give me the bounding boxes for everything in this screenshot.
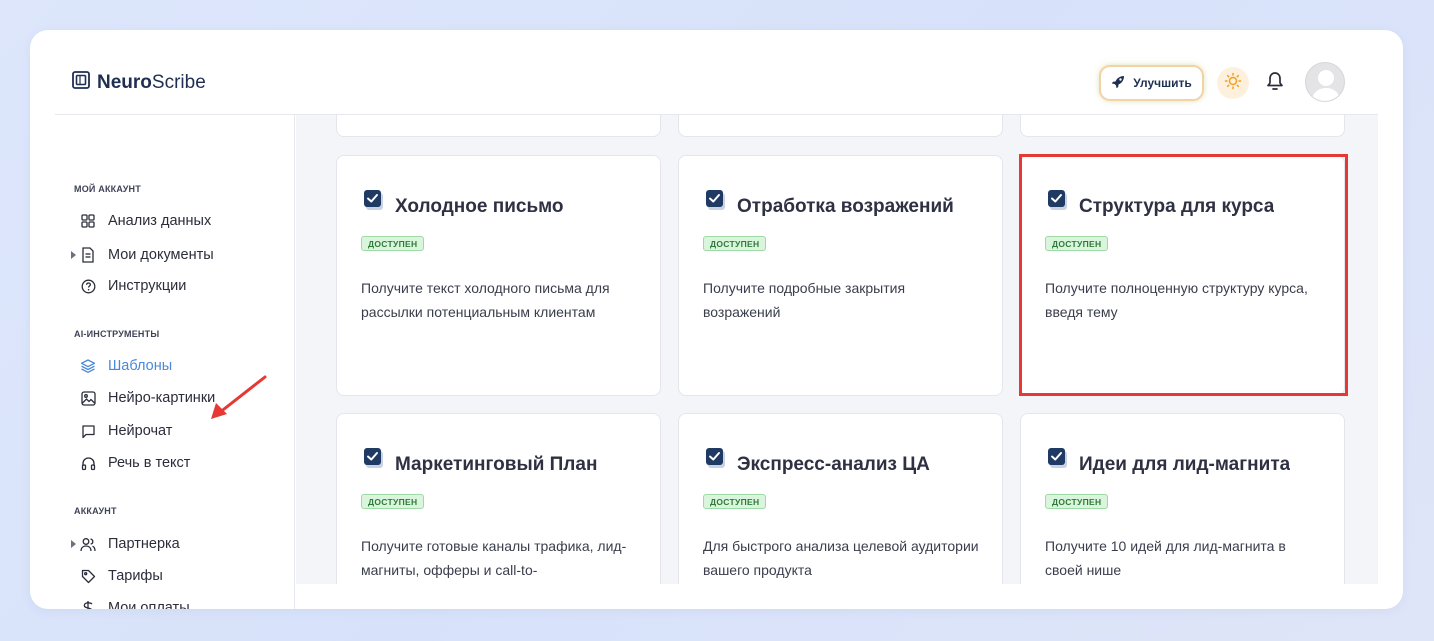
status-badge: ДОСТУПЕН (361, 236, 425, 251)
section-title-account: АККАУНТ (74, 506, 117, 516)
sun-icon (1224, 72, 1242, 95)
sidebar-item-label: Анализ данных (108, 213, 212, 229)
sidebar-item-label: Инструкции (108, 278, 187, 294)
template-card-marketing-plan[interactable]: Маркетинговый План ДОСТУПЕН Получите гот… (336, 413, 661, 584)
sidebar-item-speech-to-text[interactable]: Речь в текст (80, 452, 190, 474)
card-title: Холодное письмо (395, 196, 564, 217)
sidebar-item-label: Шаблоны (108, 358, 173, 374)
card-title: Маркетинговый План (395, 454, 598, 475)
card-description: Для быстрого анализа целевой аудитории в… (703, 538, 979, 578)
card-description: Получите полноценную структуру курса, вв… (1045, 280, 1308, 320)
card-description: Получите готовые каналы трафика, лид-маг… (361, 538, 627, 578)
logo-text-bold: Neuro (97, 72, 152, 93)
sidebar-item-data-analysis[interactable]: Анализ данных (80, 210, 211, 232)
users-icon (80, 536, 96, 552)
template-card-lead-magnet-ideas[interactable]: Идеи для лид-магнита ДОСТУПЕН Получите 1… (1020, 413, 1345, 584)
section-title-ai-tools: AI-ИНСТРУМЕНТЫ (74, 329, 160, 339)
annotation-arrow (211, 375, 267, 419)
expand-caret-icon[interactable] (71, 540, 76, 548)
template-card[interactable] (1020, 115, 1345, 137)
checkbox-doc-icon (363, 189, 385, 211)
logo-icon (71, 70, 91, 96)
card-title: Структура для курса (1079, 196, 1275, 217)
top-bar: NeuroScribe Улучшить (30, 30, 1403, 115)
status-badge: ДОСТУПЕН (1045, 494, 1109, 509)
sidebar-item-label: Тарифы (108, 568, 163, 584)
checkbox-doc-icon (1047, 447, 1069, 469)
template-card-objections[interactable]: Отработка возражений ДОСТУПЕН Получите п… (678, 155, 1003, 396)
sidebar-item-partners[interactable]: Партнерка (80, 533, 180, 555)
sidebar-item-label: Нейрочат (108, 423, 173, 439)
dollar-icon (80, 600, 96, 609)
logo-text-light: Scribe (151, 72, 206, 93)
sidebar-item-tariffs[interactable]: Тарифы (80, 565, 163, 587)
checkbox-doc-icon (705, 447, 727, 469)
sidebar-item-neuro-images[interactable]: Нейро-картинки (80, 387, 215, 409)
status-badge: ДОСТУПЕН (1045, 236, 1109, 251)
expand-caret-icon[interactable] (71, 251, 76, 259)
sidebar-item-label: Нейро-картинки (108, 390, 216, 406)
sidebar-item-my-documents[interactable]: Мои документы (80, 244, 214, 266)
checkbox-doc-icon (1047, 189, 1069, 211)
template-card[interactable] (336, 115, 661, 137)
sidebar-item-label: Речь в текст (108, 455, 191, 471)
logo[interactable]: NeuroScribe (71, 70, 206, 96)
theme-toggle-button[interactable] (1217, 67, 1249, 99)
template-card-cold-email[interactable]: Холодное письмо ДОСТУПЕН Получите текст … (336, 155, 661, 396)
card-title: Идеи для лид-магнита (1079, 454, 1291, 475)
user-avatar-icon (1311, 70, 1341, 101)
headphones-icon (80, 455, 96, 471)
image-icon (80, 390, 96, 406)
template-card[interactable] (678, 115, 1003, 137)
template-card-audience-analysis[interactable]: Экспресс-анализ ЦА ДОСТУПЕН Для быстрого… (678, 413, 1003, 584)
help-circle-icon (80, 278, 96, 294)
upgrade-button[interactable]: Улучшить (1101, 67, 1202, 99)
sidebar-item-label: Мои оплаты (108, 600, 190, 609)
upgrade-label: Улучшить (1133, 76, 1192, 90)
tag-icon (80, 568, 96, 584)
status-badge: ДОСТУПЕН (703, 236, 767, 251)
sidebar-item-my-payments[interactable]: Мои оплаты (80, 597, 190, 609)
status-badge: ДОСТУПЕН (703, 494, 767, 509)
app-window: NeuroScribe Улучшить МОЙ АККАУНТ Анализ … (30, 30, 1403, 609)
notifications-button[interactable] (1263, 70, 1287, 96)
checkbox-doc-icon (705, 189, 727, 211)
sidebar-item-label: Партнерка (108, 536, 180, 552)
status-badge: ДОСТУПЕН (361, 494, 425, 509)
checkbox-doc-icon (363, 447, 385, 469)
section-title-my-account: МОЙ АККАУНТ (74, 184, 141, 194)
card-title: Экспресс-анализ ЦА (737, 454, 930, 475)
grid-icon (80, 213, 96, 229)
card-description: Получите 10 идей для лид-магнита в своей… (1045, 538, 1286, 578)
card-description: Получите текст холодного письма для расс… (361, 280, 610, 320)
card-description: Получите подробные закрытия возражений (703, 280, 906, 320)
layers-icon (80, 358, 96, 374)
templates-grid: Холодное письмо ДОСТУПЕН Получите текст … (296, 115, 1378, 584)
bell-icon (1266, 71, 1284, 96)
sidebar-item-neurochat[interactable]: Нейрочат (80, 420, 172, 442)
sidebar-item-templates[interactable]: Шаблоны (80, 355, 172, 377)
chat-icon (80, 423, 96, 439)
document-icon (80, 247, 96, 263)
sidebar-item-instructions[interactable]: Инструкции (80, 275, 186, 297)
template-card-course-structure[interactable]: Структура для курса ДОСТУПЕН Получите по… (1020, 155, 1345, 396)
sidebar-item-label: Мои документы (108, 247, 214, 263)
sidebar: МОЙ АККАУНТ Анализ данных Мои документы … (55, 115, 295, 609)
card-title: Отработка возражений (737, 196, 954, 217)
rocket-icon (1111, 75, 1125, 92)
user-avatar[interactable] (1305, 62, 1345, 102)
